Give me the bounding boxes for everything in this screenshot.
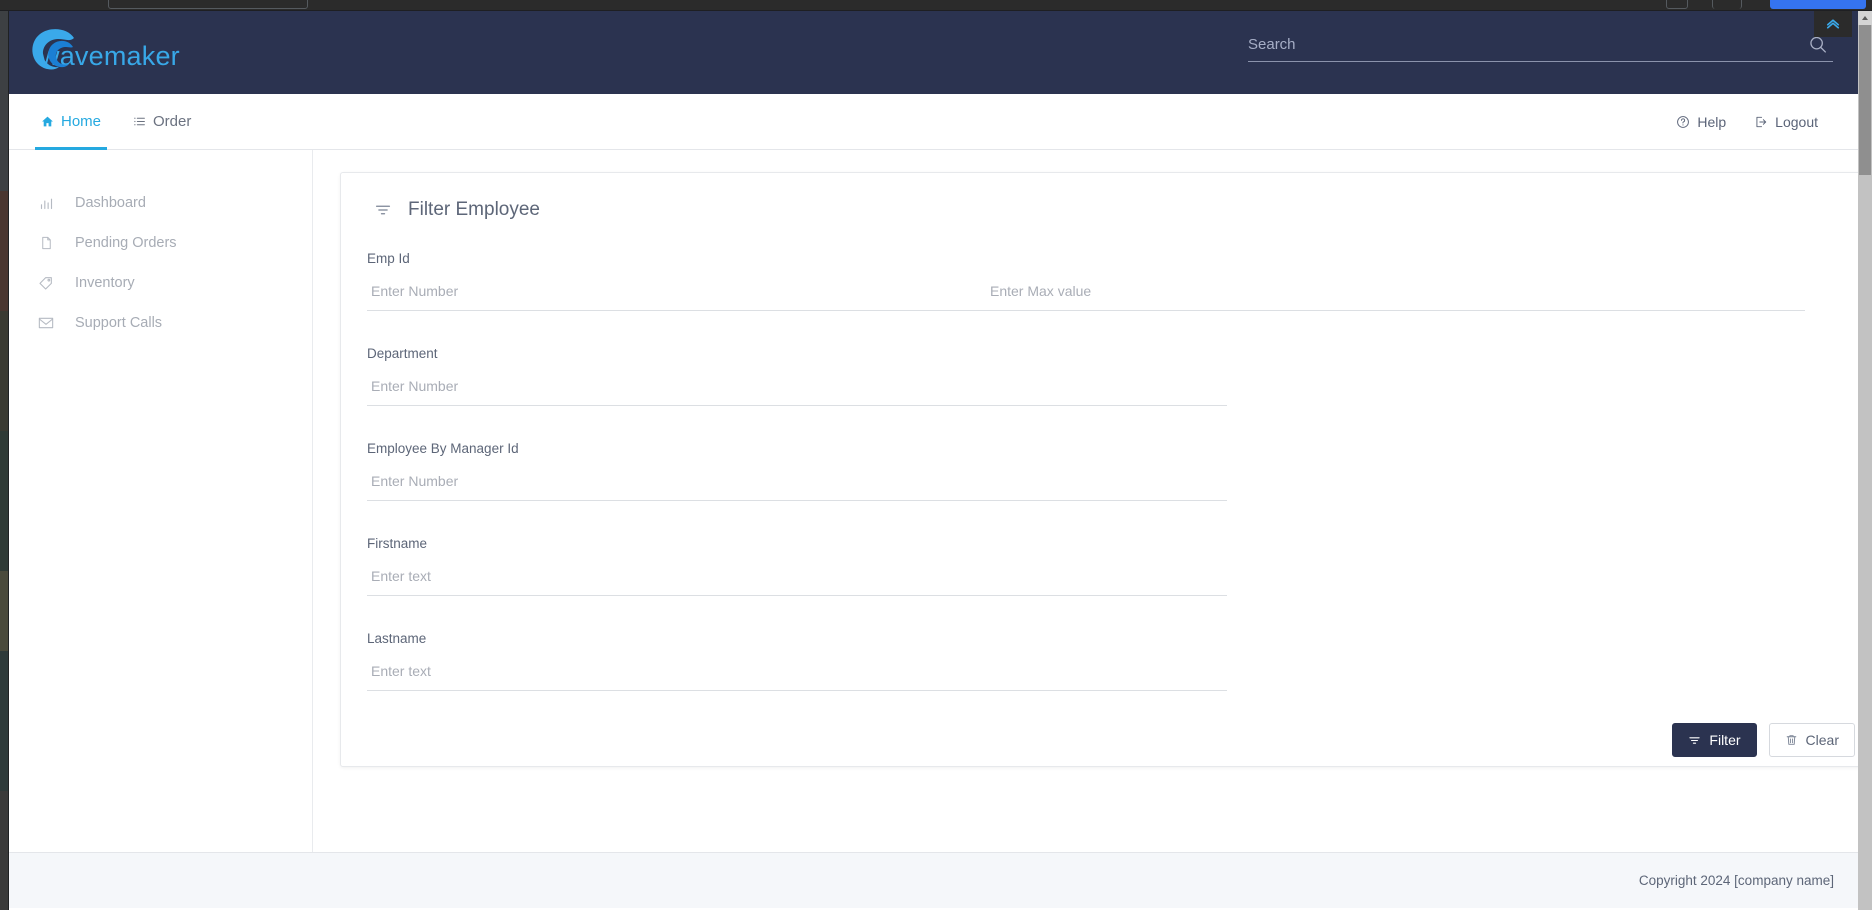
field-firstname-row — [367, 558, 1858, 595]
tab-order[interactable]: Order — [117, 94, 207, 149]
field-employee-by-manager-id: Employee By Manager Id — [367, 406, 1858, 501]
ide-chrome-run-button — [1770, 0, 1866, 9]
field-employee-by-manager-id-label: Employee By Manager Id — [367, 424, 1858, 463]
logout-button[interactable]: Logout — [1740, 94, 1832, 149]
emp-id-max-input[interactable] — [986, 273, 1858, 310]
field-lastname-row — [367, 653, 1858, 690]
filter-icon — [1688, 734, 1701, 747]
filter-button-label: Filter — [1709, 732, 1740, 748]
filter-icon — [374, 201, 392, 219]
scrollbar-thumb[interactable] — [1859, 25, 1871, 175]
sidebar-item-inventory-label: Inventory — [75, 275, 135, 291]
sidebar-item-pending-orders[interactable]: Pending Orders — [9, 223, 312, 263]
field-lastname-label: Lastname — [367, 614, 1858, 653]
page-scrollbar[interactable] — [1858, 11, 1872, 910]
scrollbar-up-arrow[interactable] — [1858, 11, 1872, 25]
ide-chrome-field — [108, 0, 308, 9]
field-employee-by-manager-id-row — [367, 463, 1858, 500]
brand-header: wavemaker — [9, 11, 1858, 94]
ide-chrome-strip — [0, 0, 1872, 11]
sign-out-icon — [1754, 115, 1768, 129]
card-header: Filter Employee — [341, 173, 1858, 221]
main-content: Filter Employee Emp Id — [313, 150, 1858, 852]
search-box — [1248, 32, 1833, 62]
sidebar-item-support-calls[interactable]: Support Calls — [9, 303, 312, 343]
field-lastname: Lastname — [367, 596, 1858, 691]
clear-button-label: Clear — [1806, 732, 1839, 748]
page-viewport: wavemaker — [9, 11, 1858, 910]
card-actions: Filter — [341, 691, 1858, 757]
tab-home[interactable]: Home — [25, 94, 117, 149]
double-chevron-up-icon — [1824, 15, 1842, 33]
background-page-sliver — [0, 11, 9, 910]
sidebar-item-dashboard-label: Dashboard — [75, 195, 146, 211]
body-area: Dashboard Pending Orders — [9, 150, 1858, 852]
logout-label: Logout — [1775, 114, 1818, 130]
trash-icon — [1785, 733, 1798, 747]
clear-button[interactable]: Clear — [1769, 723, 1855, 757]
filter-form: Emp Id — [341, 221, 1858, 691]
tab-home-label: Home — [61, 113, 101, 130]
envelope-icon — [37, 314, 55, 332]
sidebar: Dashboard Pending Orders — [9, 150, 313, 852]
top-nav-right: Help Logout — [1662, 94, 1858, 149]
copyright-text: Copyright 2024 [company name] — [1639, 873, 1834, 888]
app-logo[interactable]: wavemaker — [26, 23, 180, 79]
ide-chrome-icon-b — [1712, 0, 1742, 9]
page-footer: Copyright 2024 [company name] — [9, 852, 1858, 908]
field-department-label: Department — [367, 329, 1858, 368]
tab-order-label: Order — [153, 113, 191, 130]
help-button[interactable]: Help — [1662, 94, 1740, 149]
bar-chart-icon — [37, 194, 55, 212]
collapse-toggle[interactable] — [1814, 11, 1852, 37]
file-icon — [37, 234, 55, 252]
field-department-row — [367, 368, 1858, 405]
top-navigation: Home Order — [9, 94, 1858, 150]
lastname-input[interactable] — [367, 653, 1227, 690]
search-input[interactable] — [1248, 32, 1833, 62]
field-firstname-label: Firstname — [367, 519, 1858, 558]
sidebar-item-pending-orders-label: Pending Orders — [75, 235, 177, 251]
sidebar-item-dashboard[interactable]: Dashboard — [9, 183, 312, 223]
help-label: Help — [1697, 114, 1726, 130]
wave-logo-icon — [26, 23, 82, 79]
field-firstname: Firstname — [367, 501, 1858, 596]
emp-id-min-input[interactable] — [367, 273, 986, 310]
list-icon — [133, 115, 146, 128]
field-emp-id: Emp Id — [367, 234, 1858, 311]
page-title: Filter Employee — [408, 199, 540, 221]
tag-icon — [37, 274, 55, 292]
top-nav-left: Home Order — [9, 94, 207, 149]
field-emp-id-row — [367, 273, 1858, 310]
filter-button[interactable]: Filter — [1672, 723, 1756, 757]
sidebar-item-inventory[interactable]: Inventory — [9, 263, 312, 303]
app-root: wavemaker — [0, 0, 1872, 910]
field-emp-id-label: Emp Id — [367, 234, 1858, 273]
sidebar-item-support-calls-label: Support Calls — [75, 315, 162, 331]
question-circle-icon — [1676, 115, 1690, 129]
firstname-input[interactable] — [367, 558, 1227, 595]
home-icon — [41, 115, 54, 128]
department-input[interactable] — [367, 368, 1227, 405]
filter-employee-card: Filter Employee Emp Id — [340, 172, 1858, 767]
employee-by-manager-id-input[interactable] — [367, 463, 1227, 500]
field-department: Department — [367, 311, 1858, 406]
ide-chrome-icon-a — [1666, 0, 1688, 9]
